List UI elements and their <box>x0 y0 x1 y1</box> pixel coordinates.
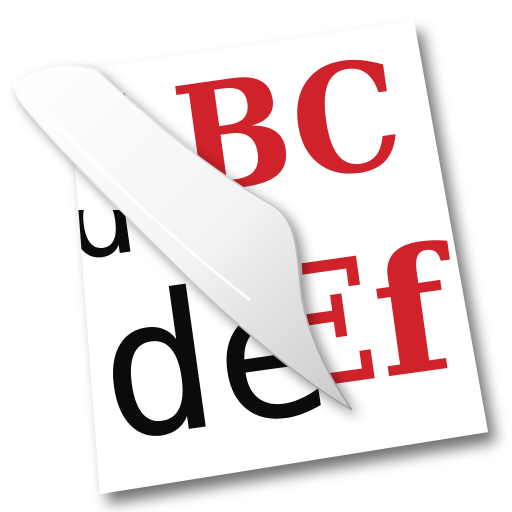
app-icon: ABC Ef d de <box>0 0 512 512</box>
icon-canvas: ABC Ef d de <box>13 21 488 494</box>
